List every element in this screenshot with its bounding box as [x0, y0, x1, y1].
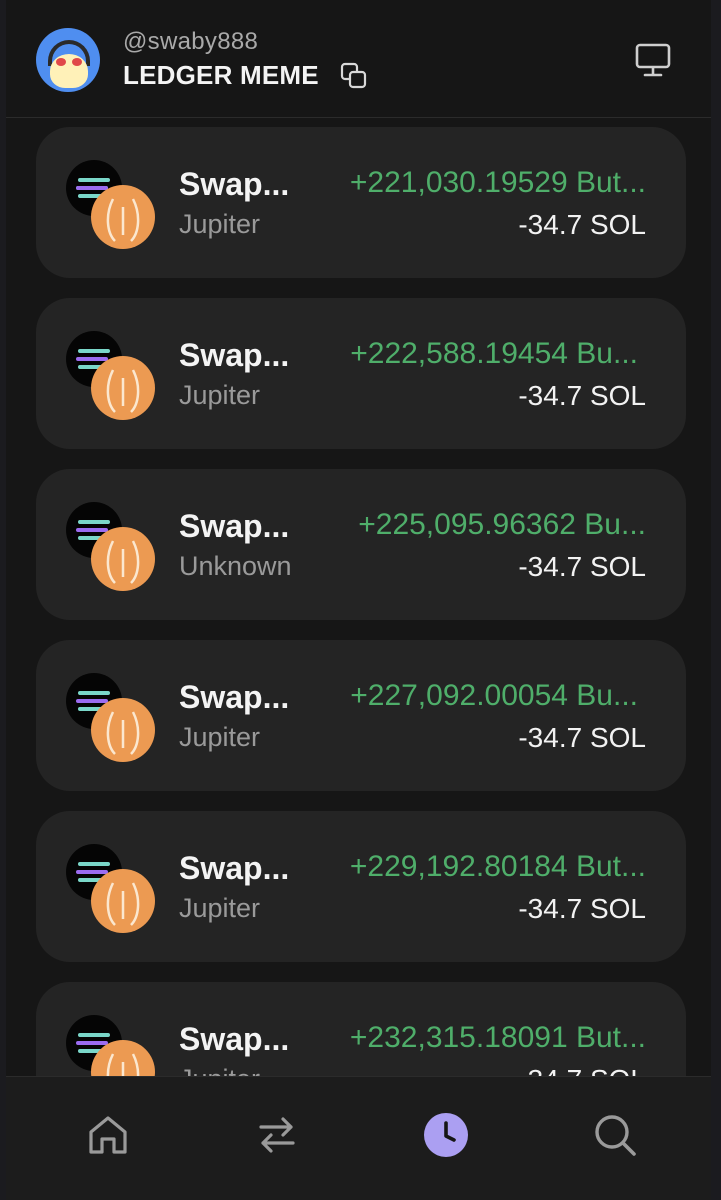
token-logo-icon	[91, 1040, 155, 1076]
username[interactable]: @swaby888	[123, 28, 258, 56]
transaction-received-amount: +225,095.96362 Bu...	[358, 508, 646, 541]
transaction-sent-amount: -34.7 SOL	[518, 893, 646, 924]
transaction-title: Swap...	[179, 508, 290, 544]
token-logo-icon	[91, 698, 155, 762]
transaction-row[interactable]: Swap... Jupiter +229,192.80184 But... -3…	[36, 811, 686, 962]
transaction-received-amount: +227,092.00054 Bu...	[350, 679, 638, 712]
home-icon[interactable]	[84, 1111, 132, 1159]
transaction-title: Swap...	[179, 337, 290, 373]
background-window-right	[711, 0, 721, 1200]
transaction-title: Swap...	[179, 166, 290, 202]
search-icon[interactable]	[591, 1111, 639, 1159]
token-logo-icon	[91, 356, 155, 420]
swap-icon[interactable]	[253, 1111, 301, 1159]
activity-list[interactable]: Swap... Jupiter +221,030.19529 But... -3…	[6, 118, 711, 1076]
avatar[interactable]	[36, 28, 100, 92]
transaction-source: Unknown	[179, 551, 292, 581]
wallet-popup: @swaby888 LEDGER MEME Swap... Jupiter +2…	[6, 0, 711, 1200]
transaction-source: Jupiter	[179, 209, 261, 239]
transaction-row[interactable]: Swap... Unknown +225,095.96362 Bu... -34…	[36, 469, 686, 620]
token-logo-icon	[91, 185, 155, 249]
clock-icon[interactable]	[422, 1111, 470, 1159]
transaction-source: Jupiter	[179, 1064, 260, 1076]
transaction-row[interactable]: Swap... Jupiter +232,315.18091 But... -3…	[36, 982, 686, 1076]
transaction-received-amount: +222,588.19454 Bu...	[350, 337, 638, 370]
transaction-icon	[66, 502, 156, 592]
transaction-sent-amount: -34.7 SOL	[518, 551, 646, 582]
transaction-title: Swap...	[179, 850, 290, 886]
header: @swaby888 LEDGER MEME	[6, 0, 711, 118]
transaction-received-amount: +232,315.18091 But...	[349, 1021, 646, 1054]
transaction-sent-amount: -34.7 SOL	[518, 209, 646, 240]
bottom-nav	[6, 1076, 711, 1200]
transaction-icon	[66, 331, 156, 421]
transaction-row[interactable]: Swap... Jupiter +227,092.00054 Bu... -34…	[36, 640, 686, 791]
transaction-sent-amount: -34.7 SOL	[518, 1064, 646, 1076]
transaction-title: Swap...	[179, 679, 290, 715]
transaction-received-amount: +221,030.19529 But...	[349, 166, 646, 199]
transaction-source: Jupiter	[179, 722, 261, 752]
transaction-received-amount: +229,192.80184 But...	[349, 850, 646, 883]
transaction-source: Jupiter	[179, 893, 261, 923]
transaction-sent-amount: -34.7 SOL	[518, 722, 646, 753]
transaction-sent-amount: -34.7 SOL	[518, 380, 646, 411]
transaction-title: Swap...	[179, 1021, 290, 1057]
transaction-source: Jupiter	[179, 380, 261, 410]
token-logo-icon	[91, 527, 155, 591]
transaction-icon	[66, 844, 156, 934]
transaction-row[interactable]: Swap... Jupiter +222,588.19454 Bu... -34…	[36, 298, 686, 449]
transaction-icon	[66, 160, 156, 250]
wallet-name[interactable]: LEDGER MEME	[123, 60, 319, 91]
token-logo-icon	[91, 869, 155, 933]
transaction-icon	[66, 1015, 156, 1076]
monitor-icon[interactable]	[634, 42, 672, 78]
transaction-row[interactable]: Swap... Jupiter +221,030.19529 But... -3…	[36, 127, 686, 278]
transaction-icon	[66, 673, 156, 763]
copy-icon[interactable]	[340, 62, 368, 90]
